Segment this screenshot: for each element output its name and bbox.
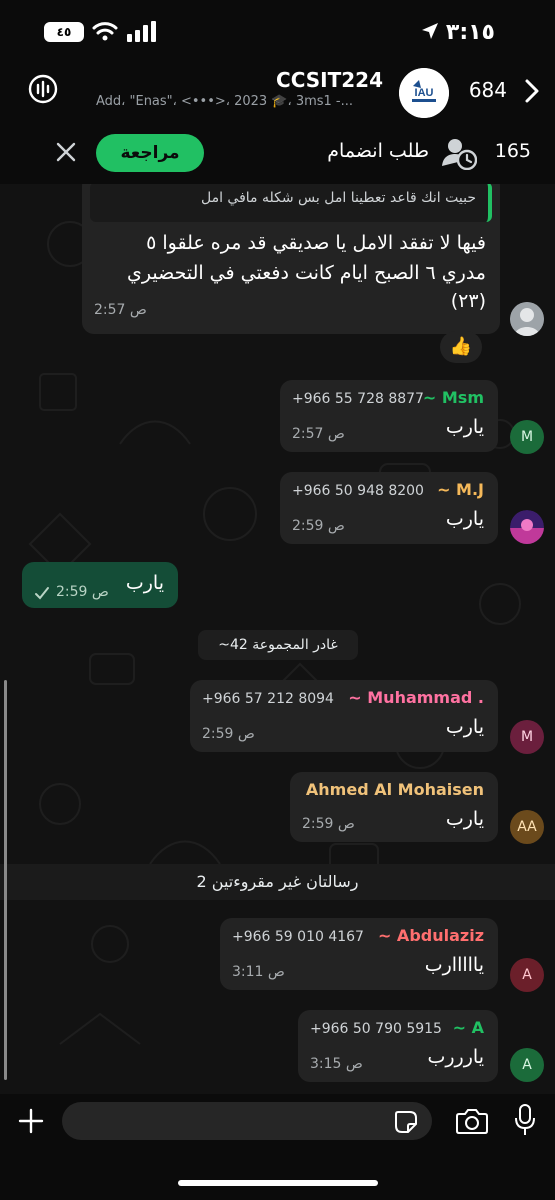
review-button[interactable]: مراجعة <box>96 134 204 172</box>
chevron-right-icon[interactable] <box>523 78 541 104</box>
header-subtitle: Add، "Enas"، <•••>، 2023 🎓، 3ms1 -... <box>96 94 354 109</box>
status-bar: ٤٥ ٣:١٥ <box>0 0 555 64</box>
group-title[interactable]: CCSIT224 <box>276 68 383 92</box>
join-request-bar: مراجعة طلب انضمام 165 <box>0 122 555 185</box>
avatar[interactable] <box>510 302 544 336</box>
avatar[interactable]: A <box>510 1048 544 1082</box>
signal-icon <box>127 21 156 42</box>
reaction-badge[interactable]: 👍 <box>440 331 482 363</box>
message-text: يارب <box>445 716 484 738</box>
sender-phone: +966 57 212 8094 <box>202 691 334 707</box>
message-text: يارب <box>445 808 484 830</box>
voice-chat-icon[interactable] <box>28 74 58 104</box>
message-time: 2:59 ص <box>302 816 355 832</box>
sender-name[interactable]: ~ Abdulaziz <box>378 926 484 945</box>
message-text-line2: مدري ٦ الصبح ايام كانت دفعتي في التحضيري <box>127 262 486 284</box>
unread-count-label: 2 رسالتان غير مقروءتين <box>196 872 359 891</box>
sender-name[interactable]: ~ Msm <box>423 388 484 407</box>
join-request-label: طلب انضمام <box>327 140 429 162</box>
message-time: 2:59 ص <box>292 518 345 534</box>
sender-name[interactable]: ~ M.J <box>437 480 484 499</box>
group-avatar[interactable]: IAU <box>399 68 449 118</box>
sender-name[interactable]: Ahmed Al Mohaisen <box>306 780 484 799</box>
join-request-count: 165 <box>494 140 531 162</box>
message-time: 3:15 ص <box>310 1056 363 1072</box>
message-bubble[interactable]: ~ Msm +966 55 728 8877 يارب 2:57 ص <box>280 380 498 452</box>
system-message: ‎~42 غادر المجموعة <box>198 630 358 660</box>
message-bubble[interactable]: ~ A +966 50 790 5915 يارررب 3:15 ص <box>298 1010 498 1082</box>
composer-bar <box>0 1094 555 1200</box>
chat-header[interactable]: Add، "Enas"، <•••>، 2023 🎓، 3ms1 -... CC… <box>0 64 555 122</box>
join-request-icon <box>442 139 477 170</box>
home-indicator <box>178 1180 378 1186</box>
sender-name[interactable]: ~ Muhammad . <box>348 688 484 707</box>
message-text: يارررب <box>427 1046 485 1068</box>
outgoing-message-bubble[interactable]: يارب 2:59 ص <box>22 562 178 608</box>
message-time: 2:59 ص <box>202 726 255 742</box>
close-icon[interactable] <box>54 140 78 164</box>
sender-name[interactable]: ~ A <box>453 1018 484 1037</box>
avatar[interactable]: M <box>510 420 544 454</box>
message-bubble[interactable]: Ahmed Al Mohaisen يارب 2:59 ص <box>290 772 498 842</box>
avatar[interactable] <box>510 510 544 544</box>
sticker-icon[interactable] <box>394 1110 418 1134</box>
message-bubble[interactable]: ~ Muhammad . +966 57 212 8094 يارب 2:59 … <box>190 680 498 752</box>
message-text: يارب <box>125 572 164 594</box>
avatar[interactable]: M <box>510 720 544 754</box>
location-arrow-icon <box>422 23 438 39</box>
message-bubble[interactable]: حبيت انك قاعد تعطينا امل بس شكله مافي ام… <box>82 184 500 334</box>
message-time: 2:57 ص <box>94 302 147 318</box>
battery-icon: ٤٥ <box>44 22 84 42</box>
plus-icon[interactable] <box>18 1108 44 1134</box>
chat-area[interactable]: حبيت انك قاعد تعطينا امل بس شكله مافي ام… <box>0 184 555 1094</box>
sender-phone: +966 50 948 8200 <box>292 483 424 499</box>
sender-phone: +966 59 010 4167 <box>232 929 364 945</box>
unread-divider: 2 رسالتان غير مقروءتين <box>0 864 555 900</box>
message-input[interactable] <box>62 1102 432 1140</box>
status-time: ٣:١٥ <box>445 20 495 45</box>
scrollbar[interactable] <box>4 680 7 1080</box>
quoted-message[interactable]: حبيت انك قاعد تعطينا امل بس شكله مافي ام… <box>90 184 492 222</box>
quoted-text: حبيت انك قاعد تعطينا امل بس شكله مافي ام… <box>200 190 476 206</box>
avatar[interactable]: A <box>510 958 544 992</box>
message-time: 2:59 ص <box>56 584 109 600</box>
message-text: يارب <box>445 416 484 438</box>
check-icon <box>35 587 49 600</box>
message-text: يارب <box>445 508 484 530</box>
sender-phone: +966 55 728 8877 <box>292 391 424 407</box>
message-text: يااااارب <box>424 954 484 976</box>
message-time: 2:57 ص <box>292 426 345 442</box>
sender-phone: +966 50 790 5915 <box>310 1021 442 1037</box>
wifi-icon <box>92 22 118 41</box>
camera-icon[interactable] <box>456 1108 488 1134</box>
avatar[interactable]: AA <box>510 810 544 844</box>
message-bubble[interactable]: ~ Abdulaziz +966 59 010 4167 يااااارب 3:… <box>220 918 498 990</box>
microphone-icon[interactable] <box>514 1104 536 1136</box>
message-time: 3:11 ص <box>232 964 285 980</box>
message-text-line1: فيها لا تفقد الامل يا صديقي قد مره علقوا… <box>146 232 486 254</box>
member-count: 684 <box>468 78 507 102</box>
svg-text:IAU: IAU <box>415 87 434 99</box>
message-bubble[interactable]: ~ M.J +966 50 948 8200 يارب 2:59 ص <box>280 472 498 544</box>
message-text-line3: (٢٣) <box>450 290 486 312</box>
